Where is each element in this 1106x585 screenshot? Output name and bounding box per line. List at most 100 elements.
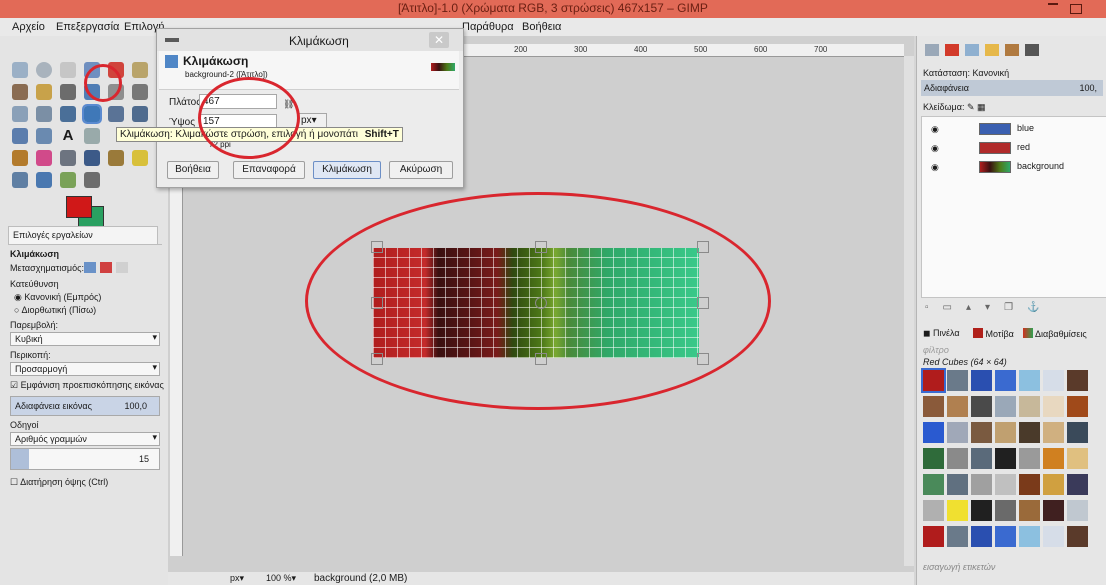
layer-row-background[interactable]: ◉ background bbox=[921, 158, 1105, 176]
tab-brushes[interactable]: ◼ Πινέλα bbox=[923, 328, 960, 339]
lock-alpha-icon[interactable]: ▦ bbox=[977, 102, 986, 112]
preview-checkbox[interactable]: ☑ Εμφάνιση προεπισκόπησης εικόνας bbox=[10, 380, 164, 391]
pattern-swatch[interactable] bbox=[1043, 422, 1064, 443]
dialog-menu-icon[interactable] bbox=[165, 38, 179, 42]
dodge-icon[interactable] bbox=[36, 172, 52, 188]
ink-icon[interactable] bbox=[84, 150, 100, 166]
images-tab-icon[interactable] bbox=[1025, 44, 1039, 56]
pattern-swatch[interactable] bbox=[971, 422, 992, 443]
maximize-icon[interactable] bbox=[1070, 4, 1082, 14]
transform-selection-icon[interactable] bbox=[100, 262, 112, 273]
image-opacity-slider[interactable]: Αδιαφάνεια εικόνας 100,0 bbox=[10, 396, 160, 416]
pattern-swatch[interactable] bbox=[1019, 474, 1040, 495]
pattern-swatch[interactable] bbox=[1043, 500, 1064, 521]
heal-icon[interactable] bbox=[132, 150, 148, 166]
eye-icon[interactable]: ◉ bbox=[931, 143, 939, 154]
pattern-swatch[interactable] bbox=[923, 448, 944, 469]
pattern-swatch[interactable] bbox=[1043, 474, 1064, 495]
eye-icon[interactable]: ◉ bbox=[931, 162, 939, 173]
scissors-icon[interactable] bbox=[132, 62, 148, 78]
pattern-swatch[interactable] bbox=[923, 422, 944, 443]
foreground-select-icon[interactable] bbox=[12, 84, 28, 100]
pattern-swatch[interactable] bbox=[995, 448, 1016, 469]
guides-combo[interactable]: Αριθμός γραμμών ▾ bbox=[10, 432, 160, 446]
pattern-swatch[interactable] bbox=[947, 526, 968, 547]
pattern-filter-input[interactable]: φίλτρο bbox=[923, 345, 1105, 355]
scale-tool-icon[interactable] bbox=[82, 104, 102, 124]
menu-help[interactable]: Βοήθεια bbox=[522, 21, 561, 33]
help-button[interactable]: Βοήθεια bbox=[167, 161, 219, 179]
pattern-swatch[interactable] bbox=[1019, 396, 1040, 417]
free-select-icon[interactable] bbox=[60, 62, 76, 78]
direction-normal-radio[interactable]: ◉ Κανονική (Εμπρός) bbox=[14, 292, 101, 303]
pattern-swatch[interactable] bbox=[947, 422, 968, 443]
pattern-swatch[interactable] bbox=[947, 370, 968, 391]
guide-lines-spinner[interactable]: 15 bbox=[10, 448, 160, 470]
eraser-icon[interactable] bbox=[36, 150, 52, 166]
paths-icon[interactable] bbox=[36, 84, 52, 100]
clipping-combo[interactable]: Προσαρμογή ▾ bbox=[10, 362, 160, 376]
layers-tab-icon[interactable] bbox=[925, 44, 939, 56]
pattern-swatch[interactable] bbox=[971, 526, 992, 547]
clone-icon[interactable] bbox=[108, 150, 124, 166]
flip-icon[interactable] bbox=[12, 128, 28, 144]
pattern-swatch[interactable] bbox=[1067, 396, 1088, 417]
unit-select[interactable]: px▾ bbox=[297, 113, 327, 128]
text-tool-icon[interactable]: A bbox=[60, 128, 76, 144]
menu-file[interactable]: Αρχείο bbox=[12, 21, 45, 33]
pattern-swatch[interactable] bbox=[995, 474, 1016, 495]
pattern-swatch[interactable] bbox=[1043, 370, 1064, 391]
channels-tab-icon[interactable] bbox=[945, 44, 959, 56]
tag-input[interactable]: εισαγωγή ετικετών bbox=[923, 562, 1105, 572]
align-icon[interactable] bbox=[12, 106, 28, 122]
layer-row-red[interactable]: ◉ red bbox=[921, 139, 1105, 157]
tool-options-tab[interactable]: Επιλογές εργαλείων bbox=[8, 226, 158, 244]
pattern-swatch[interactable] bbox=[947, 448, 968, 469]
paths-tab-icon[interactable] bbox=[965, 44, 979, 56]
move-icon[interactable] bbox=[132, 84, 148, 100]
pattern-swatch[interactable] bbox=[1043, 448, 1064, 469]
pattern-swatch[interactable] bbox=[923, 526, 944, 547]
airbrush-icon[interactable] bbox=[60, 150, 76, 166]
tab-patterns[interactable]: Μοτίβα bbox=[973, 328, 1014, 339]
rotate-icon[interactable] bbox=[60, 106, 76, 122]
foreground-color-swatch[interactable] bbox=[66, 196, 92, 218]
pattern-swatch[interactable] bbox=[971, 448, 992, 469]
layer-opacity-slider[interactable]: Αδιαφάνεια 100, bbox=[921, 80, 1103, 96]
transform-path-icon[interactable] bbox=[116, 262, 128, 273]
pattern-swatch[interactable] bbox=[1067, 422, 1088, 443]
pattern-swatch[interactable] bbox=[1067, 500, 1088, 521]
keep-aspect-checkbox[interactable]: ☐ Διατήρηση όψης (Ctrl) bbox=[10, 477, 108, 488]
zoom-select[interactable]: 100 %▾ bbox=[266, 573, 296, 584]
pattern-swatch[interactable] bbox=[1019, 526, 1040, 547]
pattern-swatch[interactable] bbox=[971, 370, 992, 391]
pattern-swatch[interactable] bbox=[995, 422, 1016, 443]
pattern-swatch[interactable] bbox=[923, 396, 944, 417]
gradient-icon[interactable] bbox=[84, 172, 100, 188]
new-layer-icon[interactable]: ▫ bbox=[925, 302, 943, 313]
pattern-swatch[interactable] bbox=[921, 368, 946, 393]
ellipse-select-icon[interactable] bbox=[36, 62, 52, 78]
pattern-swatch[interactable] bbox=[947, 396, 968, 417]
bucket-fill-icon[interactable] bbox=[84, 128, 100, 144]
pattern-swatch[interactable] bbox=[1067, 370, 1088, 391]
cancel-button[interactable]: Ακύρωση bbox=[389, 161, 453, 179]
raise-layer-icon[interactable]: ▴ bbox=[966, 302, 985, 313]
pattern-swatch[interactable] bbox=[923, 474, 944, 495]
pattern-swatch[interactable] bbox=[995, 526, 1016, 547]
duplicate-layer-icon[interactable]: ❐ bbox=[1004, 302, 1027, 313]
pattern-swatch[interactable] bbox=[923, 500, 944, 521]
cage-icon[interactable] bbox=[36, 128, 52, 144]
pattern-swatch[interactable] bbox=[1043, 396, 1064, 417]
pattern-swatch[interactable] bbox=[971, 500, 992, 521]
pattern-swatch[interactable] bbox=[971, 474, 992, 495]
scale-button[interactable]: Κλιμάκωση bbox=[313, 161, 381, 179]
pencil-icon[interactable] bbox=[12, 150, 28, 166]
pattern-swatch[interactable] bbox=[995, 500, 1016, 521]
brush-tab-icon[interactable] bbox=[1005, 44, 1019, 56]
undo-tab-icon[interactable] bbox=[985, 44, 999, 56]
reset-button[interactable]: Επαναφορά bbox=[233, 161, 305, 179]
pattern-swatch[interactable] bbox=[1019, 500, 1040, 521]
pattern-swatch[interactable] bbox=[995, 396, 1016, 417]
layer-row-blue[interactable]: ◉ blue bbox=[921, 120, 1105, 138]
